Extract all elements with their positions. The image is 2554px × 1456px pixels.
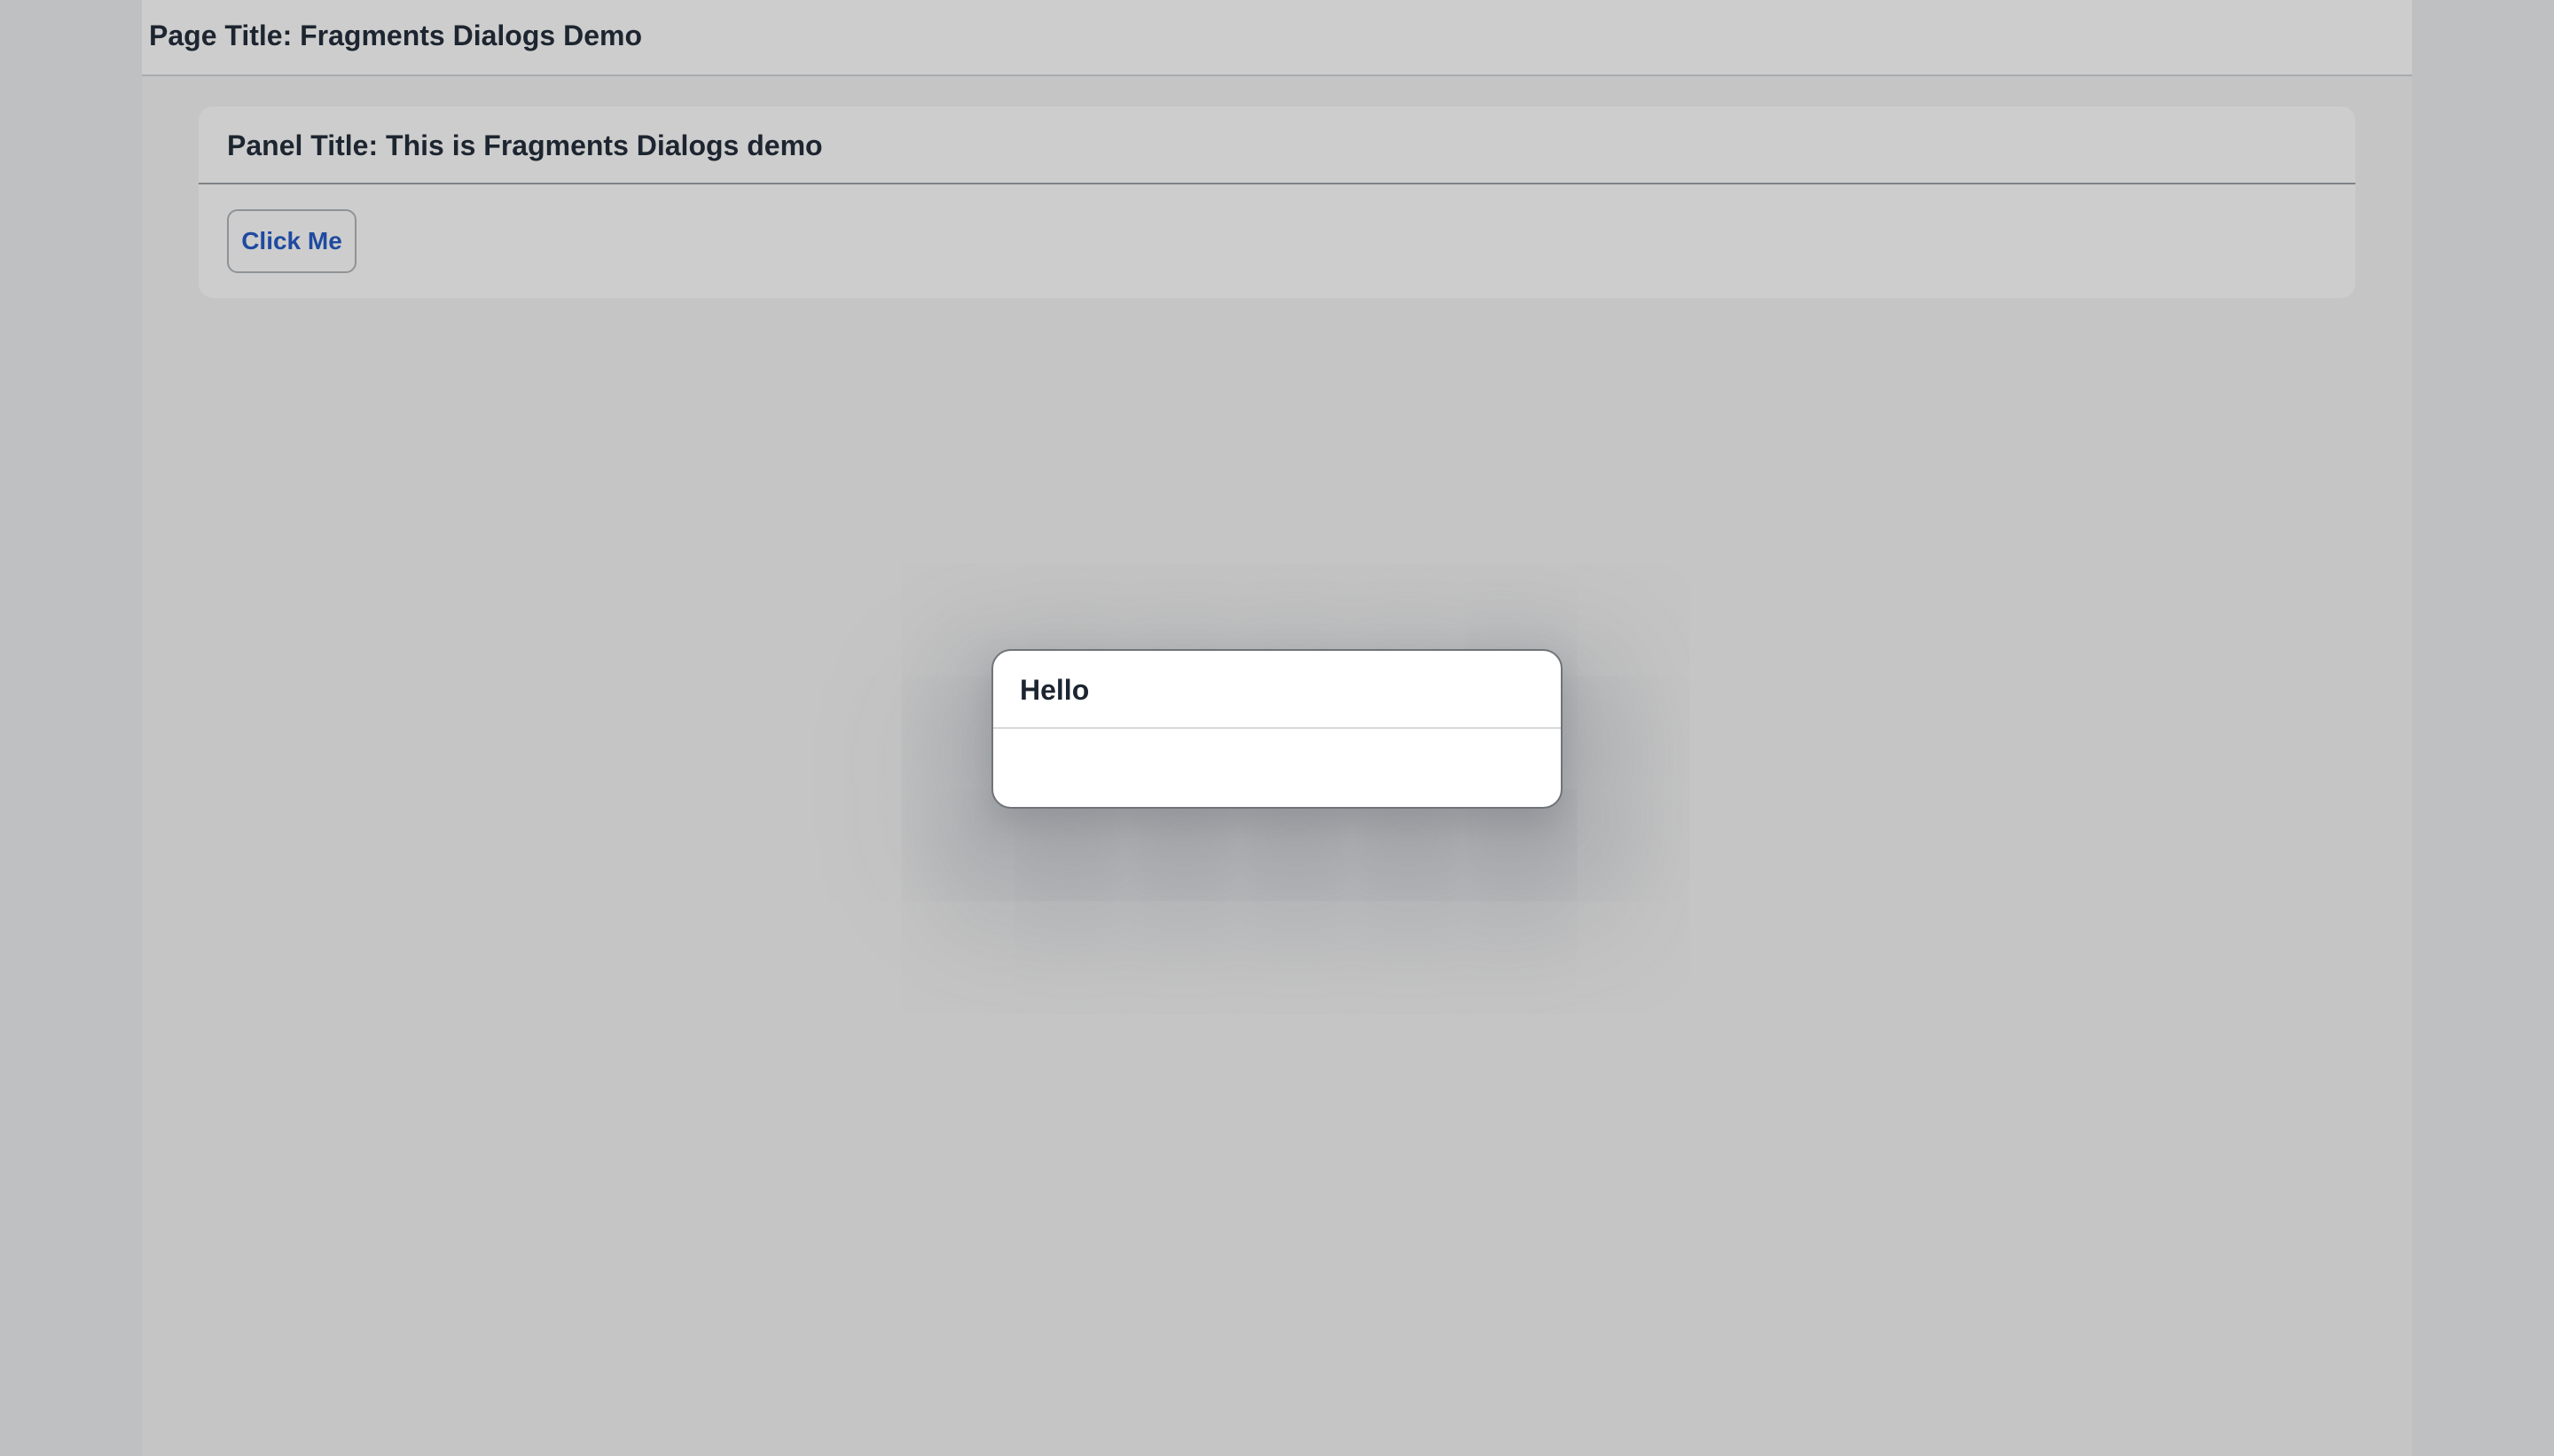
dialog-title: Hello: [1020, 674, 1090, 706]
panel-title: Panel Title: This is Fragments Dialogs d…: [227, 129, 823, 161]
app-window: Page Title: Fragments Dialogs Demo Panel…: [0, 0, 2554, 1456]
hello-dialog: Hello: [991, 649, 1563, 809]
page-header: Page Title: Fragments Dialogs Demo: [142, 0, 2412, 76]
page-title: Page Title: Fragments Dialogs Demo: [149, 20, 642, 51]
click-me-button[interactable]: Click Me: [227, 209, 356, 273]
panel: Panel Title: This is Fragments Dialogs d…: [199, 106, 2355, 298]
panel-header: Panel Title: This is Fragments Dialogs d…: [199, 106, 2355, 184]
dialog-header: Hello: [993, 651, 1561, 729]
